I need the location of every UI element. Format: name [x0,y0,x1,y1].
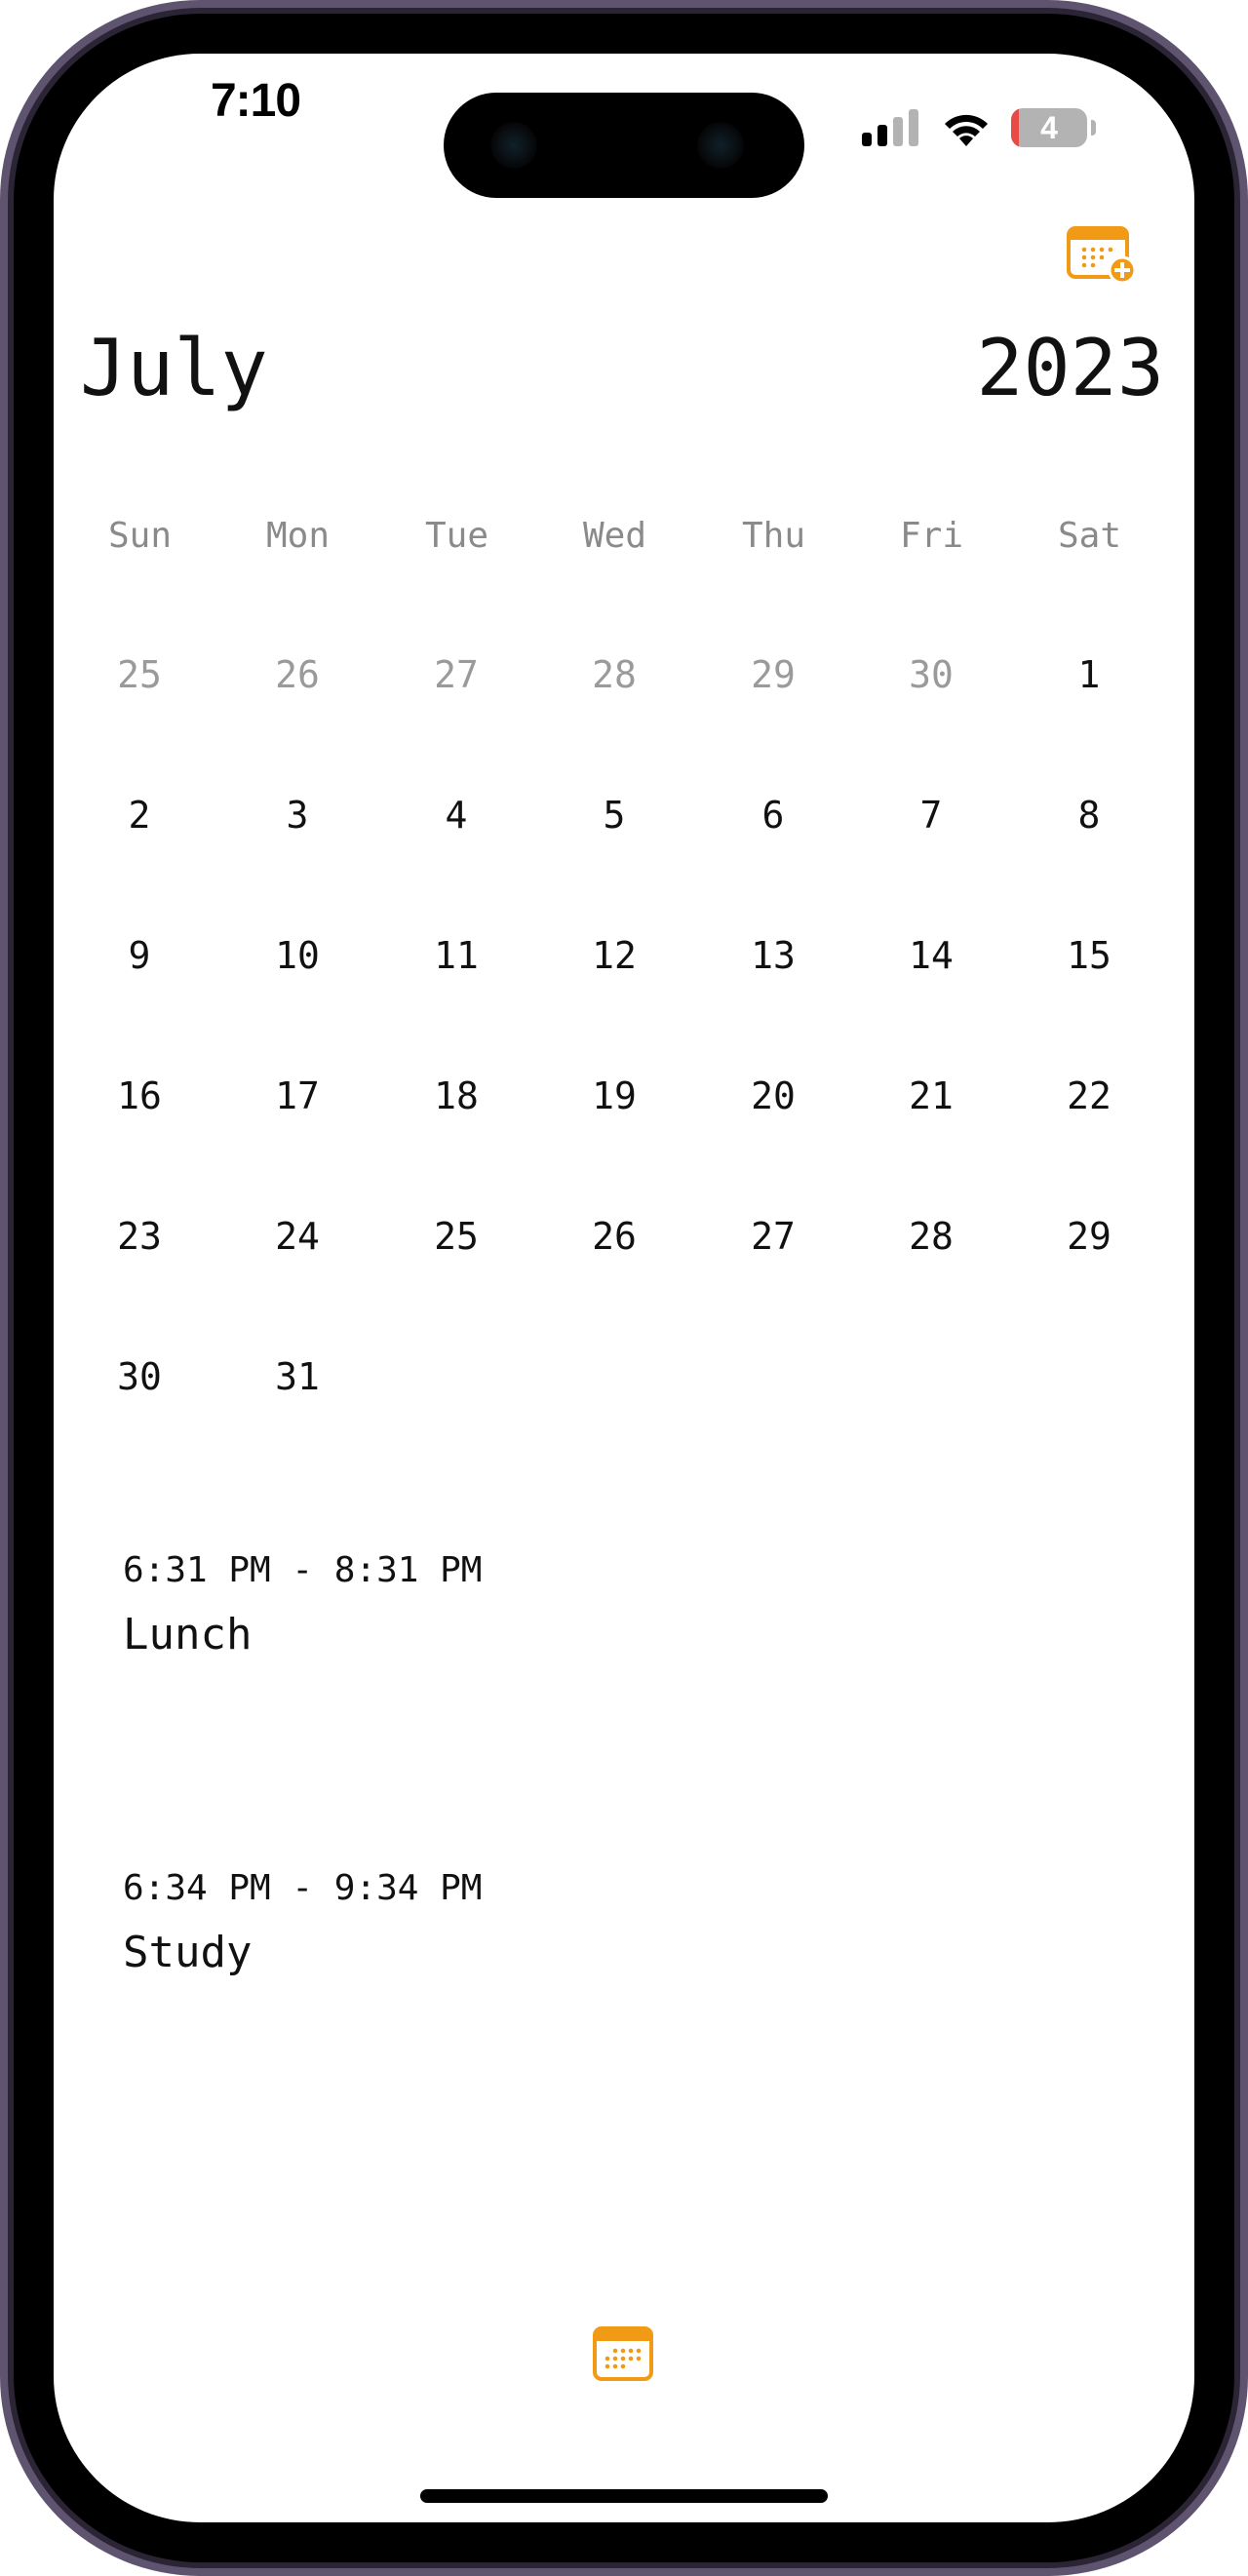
calendar-day[interactable]: 20 [700,1042,846,1150]
calendar-day[interactable]: 30 [66,1323,213,1430]
calendar-day[interactable]: 16 [66,1042,213,1150]
calendar-day-outside-month[interactable]: 30 [858,621,1004,728]
weekday-label: Thu [741,516,806,556]
dynamic-island [444,93,804,198]
calendar-day-outside-month[interactable]: 28 [541,621,687,728]
calendar-day[interactable]: 25 [383,1183,529,1290]
calendar-day[interactable]: 12 [541,902,687,1009]
signal-bar [909,109,918,146]
calendar-day[interactable]: 3 [224,761,370,869]
calendar-day[interactable]: 2 [66,761,213,869]
calendar-add-icon [1067,226,1137,285]
calendar-day[interactable]: 22 [1016,1042,1162,1150]
calendar-day[interactable]: 18 [383,1042,529,1150]
calendar-icon [593,2326,653,2381]
calendar-day[interactable]: 17 [224,1042,370,1150]
event-item-lunch[interactable]: 6:31 PM - 8:31 PM Lunch [123,1545,903,1701]
cellular-signal-icon [862,109,922,146]
calendar-day[interactable]: 23 [66,1183,213,1290]
event-title: Study [123,1928,253,1977]
calendar-tab-button[interactable] [592,2325,654,2382]
weekday-header-row: Sun Mon Tue Wed Thu Fri Sat [0,509,1248,564]
calendar-day-outside-month[interactable]: 25 [66,621,213,728]
signal-bar [893,117,903,146]
sensor-icon [697,122,744,169]
calendar-day[interactable]: 6 [700,761,846,869]
weekday-label: Sat [1057,516,1122,556]
year-title: 2023 [976,323,1164,413]
wifi-icon [945,114,988,146]
status-time: 7:10 [210,75,301,127]
calendar-day[interactable]: 14 [858,902,1004,1009]
weekday-label: Wed [582,516,647,556]
calendar-day[interactable]: 13 [700,902,846,1009]
signal-bar [862,133,872,146]
calendar-day[interactable]: 31 [224,1323,370,1430]
calendar-day[interactable]: 1 [1016,621,1162,728]
calendar-day-outside-month[interactable]: 27 [383,621,529,728]
weekday-label: Fri [899,516,964,556]
calendar-day[interactable]: 10 [224,902,370,1009]
calendar-day[interactable]: 27 [700,1183,846,1290]
calendar-day[interactable]: 26 [541,1183,687,1290]
add-event-button[interactable] [1065,224,1137,285]
camera-lens-icon [490,122,537,169]
calendar-day[interactable]: 11 [383,902,529,1009]
calendar-day[interactable]: 28 [858,1183,1004,1290]
calendar-day[interactable]: 24 [224,1183,370,1290]
weekday-label: Tue [424,516,489,556]
event-title: Lunch [123,1610,253,1659]
battery-cap [1091,120,1096,136]
calendar-day[interactable]: 4 [383,761,529,869]
calendar-day[interactable]: 5 [541,761,687,869]
weekday-label: Sun [107,516,173,556]
weekday-label: Mon [265,516,331,556]
battery-icon: 4 [1011,108,1087,147]
calendar-day[interactable]: 9 [66,902,213,1009]
home-indicator [420,2489,828,2503]
calendar-day[interactable]: 8 [1016,761,1162,869]
calendar-day-outside-month[interactable]: 29 [700,621,846,728]
calendar-day[interactable]: 21 [858,1042,1004,1150]
month-title: July [80,323,268,413]
event-time: 6:31 PM - 8:31 PM [123,1550,483,1590]
calendar-day[interactable]: 7 [858,761,1004,869]
event-time: 6:34 PM - 9:34 PM [123,1868,483,1908]
battery-level-text: 4 [1040,110,1058,145]
calendar-day[interactable]: 15 [1016,902,1162,1009]
calendar-day-outside-month[interactable]: 26 [224,621,370,728]
signal-bar [878,125,887,146]
calendar-day[interactable]: 19 [541,1042,687,1150]
calendar-day[interactable]: 29 [1016,1183,1162,1290]
event-item-study[interactable]: 6:34 PM - 9:34 PM Study [123,1863,903,2019]
